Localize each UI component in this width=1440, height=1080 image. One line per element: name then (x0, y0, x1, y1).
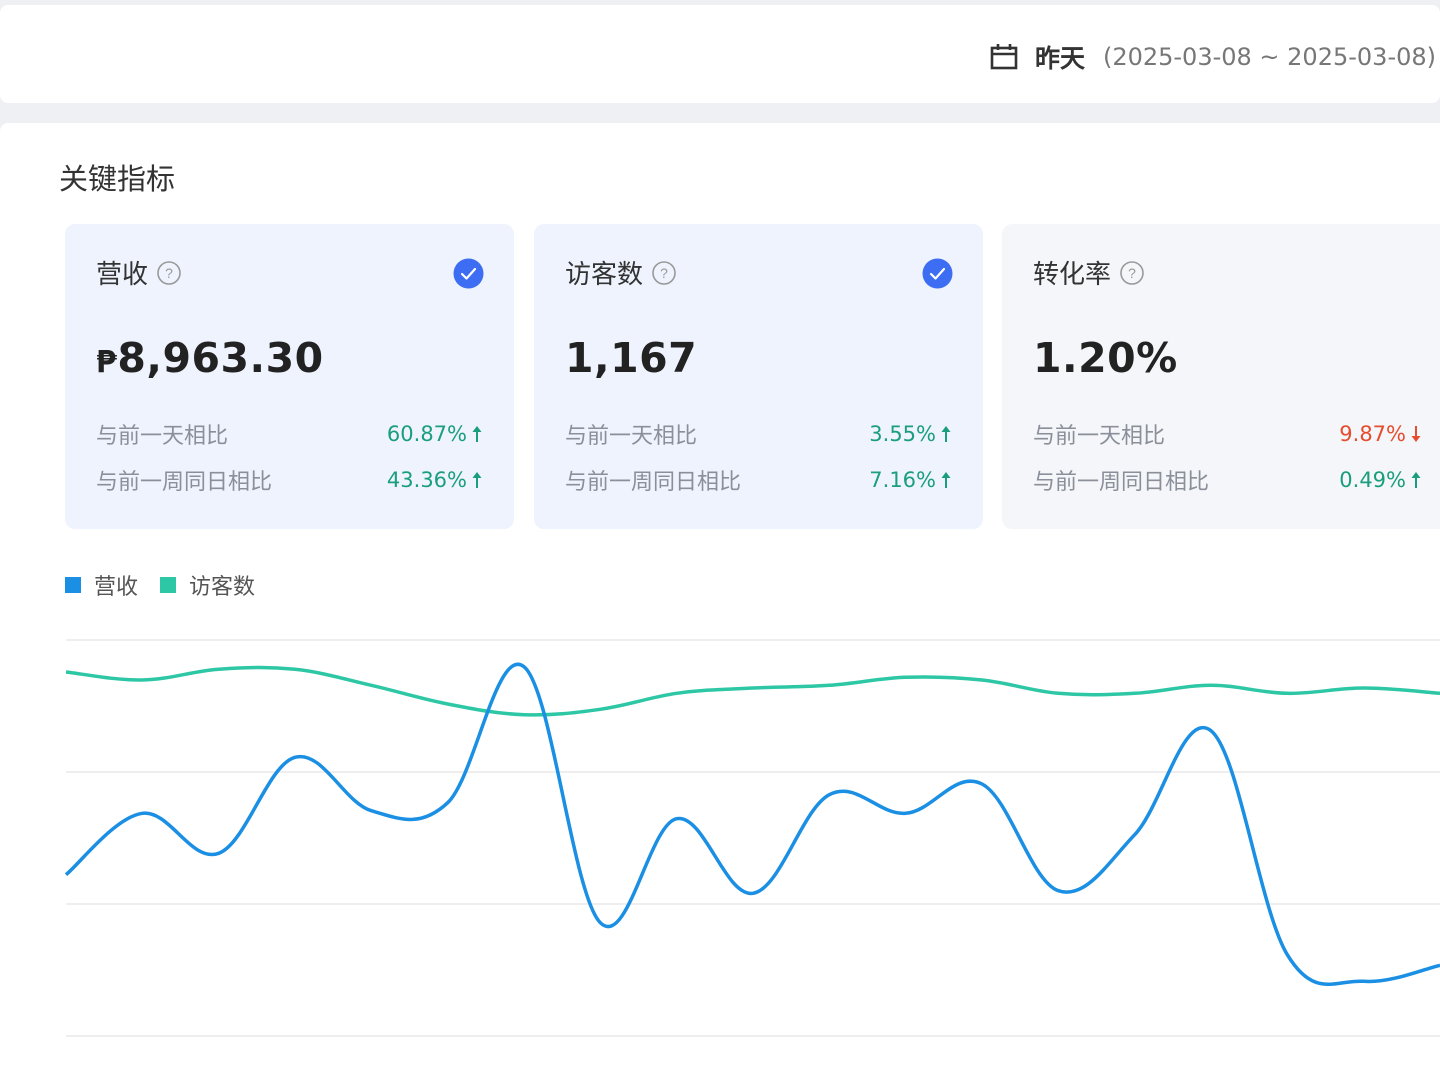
calendar-icon (990, 44, 1018, 70)
key-metrics-panel: 关键指标 营收 ? ₱8,963.30 与前一天相比 60.87% 与前一周同日… (0, 123, 1440, 1080)
chart-grid (66, 639, 1440, 1037)
chart-series (64, 662, 1440, 987)
top-bar: 昨天 (2025-03-08 ~ 2025-03-08) (0, 5, 1440, 103)
date-range-picker[interactable]: 昨天 (2025-03-08 ~ 2025-03-08) (989, 41, 1436, 73)
date-preset-label: 昨天 (1034, 44, 1085, 73)
series-line-visitors (65, 665, 1440, 717)
series-line-revenue (64, 662, 1440, 987)
date-range-text: (2025-03-08 ~ 2025-03-08) (1102, 43, 1436, 71)
trend-line-chart (64, 639, 1440, 1037)
